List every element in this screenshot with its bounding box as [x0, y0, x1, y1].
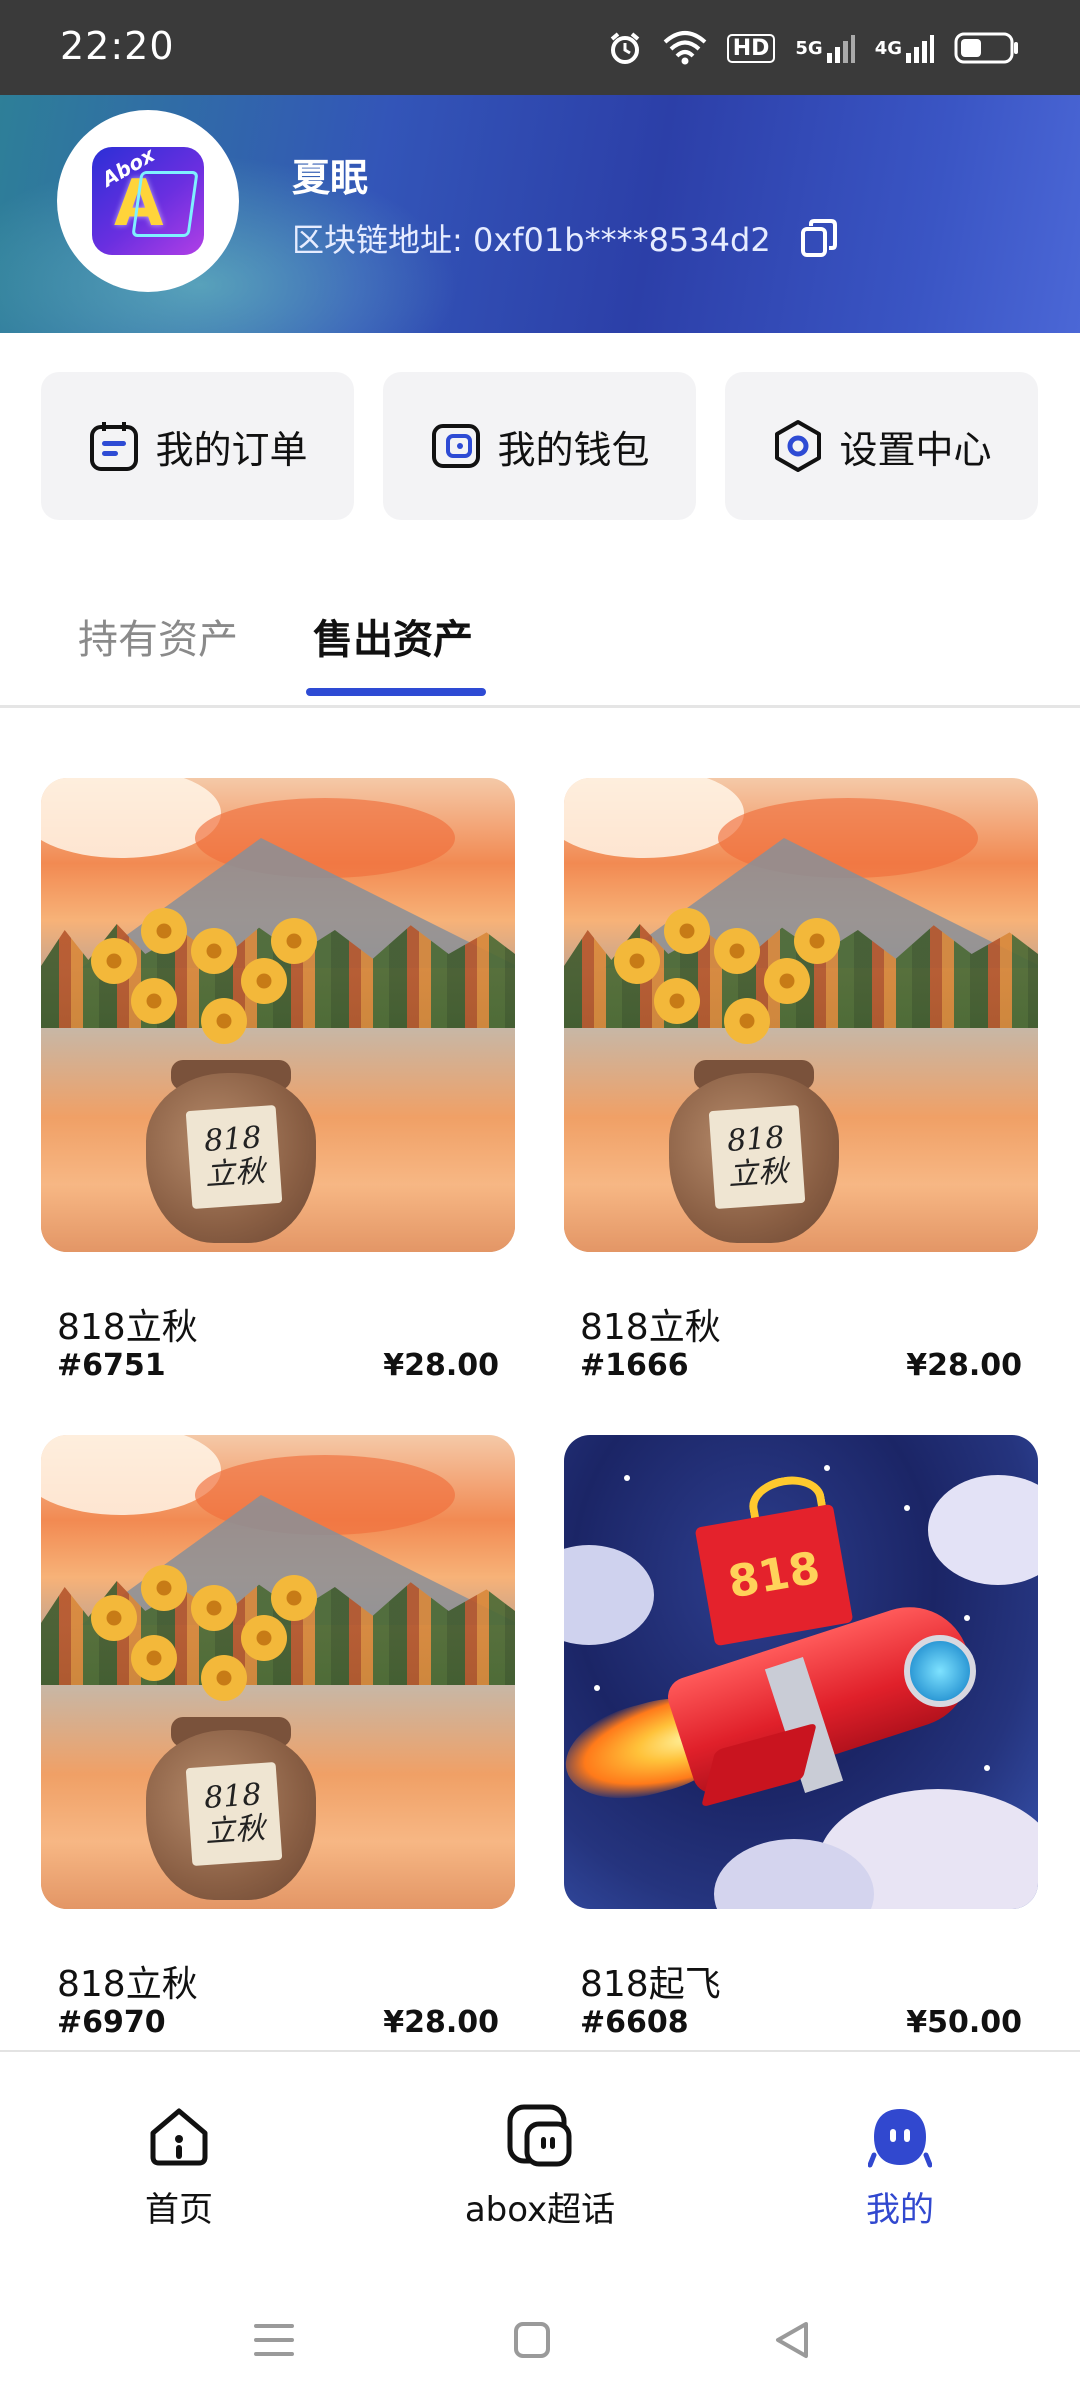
- asset-serial: #6970: [57, 2005, 166, 2040]
- blockchain-address: 区块链地址: 0xf01b****8534d2: [292, 215, 839, 261]
- asset-title: 818立秋: [57, 1307, 198, 1348]
- signal-5g-icon: 5G: [795, 33, 855, 63]
- gift-box: 818: [694, 1503, 854, 1647]
- asset-card[interactable]: 818 立秋 818立秋 #1666 ¥28.00: [564, 778, 1038, 1383]
- asset-price: ¥50.00: [906, 2005, 1022, 2040]
- asset-price: ¥28.00: [383, 1348, 499, 1383]
- asset-price: ¥28.00: [383, 2005, 499, 2040]
- my-wallet-button[interactable]: 我的钱包: [383, 372, 696, 520]
- my-orders-button[interactable]: 我的订单: [41, 372, 354, 520]
- tab-held-assets[interactable]: 持有资产: [78, 607, 238, 665]
- nav-abox-topics[interactable]: abox超话: [390, 2102, 690, 2231]
- jar-label: 818 立秋: [185, 1761, 283, 1867]
- back-icon[interactable]: [762, 2310, 822, 2370]
- my-wallet-label: 我的钱包: [497, 427, 650, 472]
- asset-price: ¥28.00: [906, 1348, 1022, 1383]
- signal-4g-icon: 4G: [875, 33, 934, 63]
- nav-home[interactable]: 首页: [29, 2102, 329, 2231]
- battery-icon: [954, 31, 1020, 65]
- status-time: 22:20: [60, 24, 175, 68]
- home-icon: [144, 2102, 214, 2172]
- avatar-logo: Abox A: [92, 147, 204, 255]
- asset-title: 818立秋: [57, 1964, 198, 2005]
- settings-icon: [771, 419, 825, 473]
- jar-label: 818 立秋: [708, 1104, 806, 1210]
- username: 夏眠: [292, 156, 369, 200]
- menu-icon[interactable]: [244, 2310, 304, 2370]
- bottom-nav: 首页 abox超话 我的: [0, 2050, 1080, 2252]
- wifi-icon: [663, 30, 707, 66]
- asset-card[interactable]: 818 立秋 818立秋 #6970 ¥28.00: [41, 1435, 515, 2040]
- avatar[interactable]: Abox A: [57, 110, 239, 292]
- asset-image-autumn: 818 立秋: [41, 1435, 515, 1909]
- system-nav-bar: [0, 2270, 1080, 2408]
- asset-serial: #6608: [580, 2005, 689, 2040]
- status-bar: 22:20 HD 5G 4G: [0, 0, 1080, 95]
- order-icon: [87, 419, 141, 473]
- nav-mine[interactable]: 我的: [750, 2102, 1050, 2231]
- profile-header: Abox A 夏眠 区块链地址: 0xf01b****8534d2: [0, 95, 1080, 333]
- profile-icon: [865, 2102, 935, 2172]
- hd-badge: HD: [726, 33, 776, 63]
- nav-home-label: 首页: [145, 2190, 213, 2230]
- alarm-icon: [607, 30, 643, 66]
- settings-center-label: 设置中心: [839, 427, 992, 472]
- asset-image-autumn: 818 立秋: [41, 778, 515, 1252]
- copy-icon[interactable]: [799, 218, 839, 258]
- asset-serial: #1666: [580, 1348, 689, 1383]
- asset-title: 818立秋: [580, 1307, 721, 1348]
- chat-icon: [505, 2102, 575, 2172]
- nav-abox-label: abox超话: [464, 2190, 616, 2230]
- my-orders-label: 我的订单: [155, 427, 308, 472]
- asset-tabs: 持有资产 售出资产: [0, 585, 1080, 708]
- address-label: 区块链地址:: [292, 221, 463, 259]
- asset-title: 818起飞: [580, 1964, 721, 2005]
- jar-label: 818 立秋: [185, 1104, 283, 1210]
- home-square-icon[interactable]: [502, 2310, 562, 2370]
- nav-mine-label: 我的: [866, 2190, 934, 2230]
- wallet-icon: [429, 419, 483, 473]
- settings-center-button[interactable]: 设置中心: [725, 372, 1038, 520]
- address-value: 0xf01b****8534d2: [472, 221, 771, 259]
- asset-card[interactable]: 818 818起飞 #6608 ¥50.00: [564, 1435, 1038, 2040]
- asset-serial: #6751: [57, 1348, 166, 1383]
- asset-image-autumn: 818 立秋: [564, 778, 1038, 1252]
- status-icons: HD 5G 4G: [607, 26, 1020, 70]
- asset-image-rocket: 818: [564, 1435, 1038, 1909]
- active-tab-indicator: [306, 688, 486, 696]
- asset-card[interactable]: 818 立秋 818立秋 #6751 ¥28.00: [41, 778, 515, 1383]
- tab-sold-assets[interactable]: 售出资产: [313, 607, 473, 665]
